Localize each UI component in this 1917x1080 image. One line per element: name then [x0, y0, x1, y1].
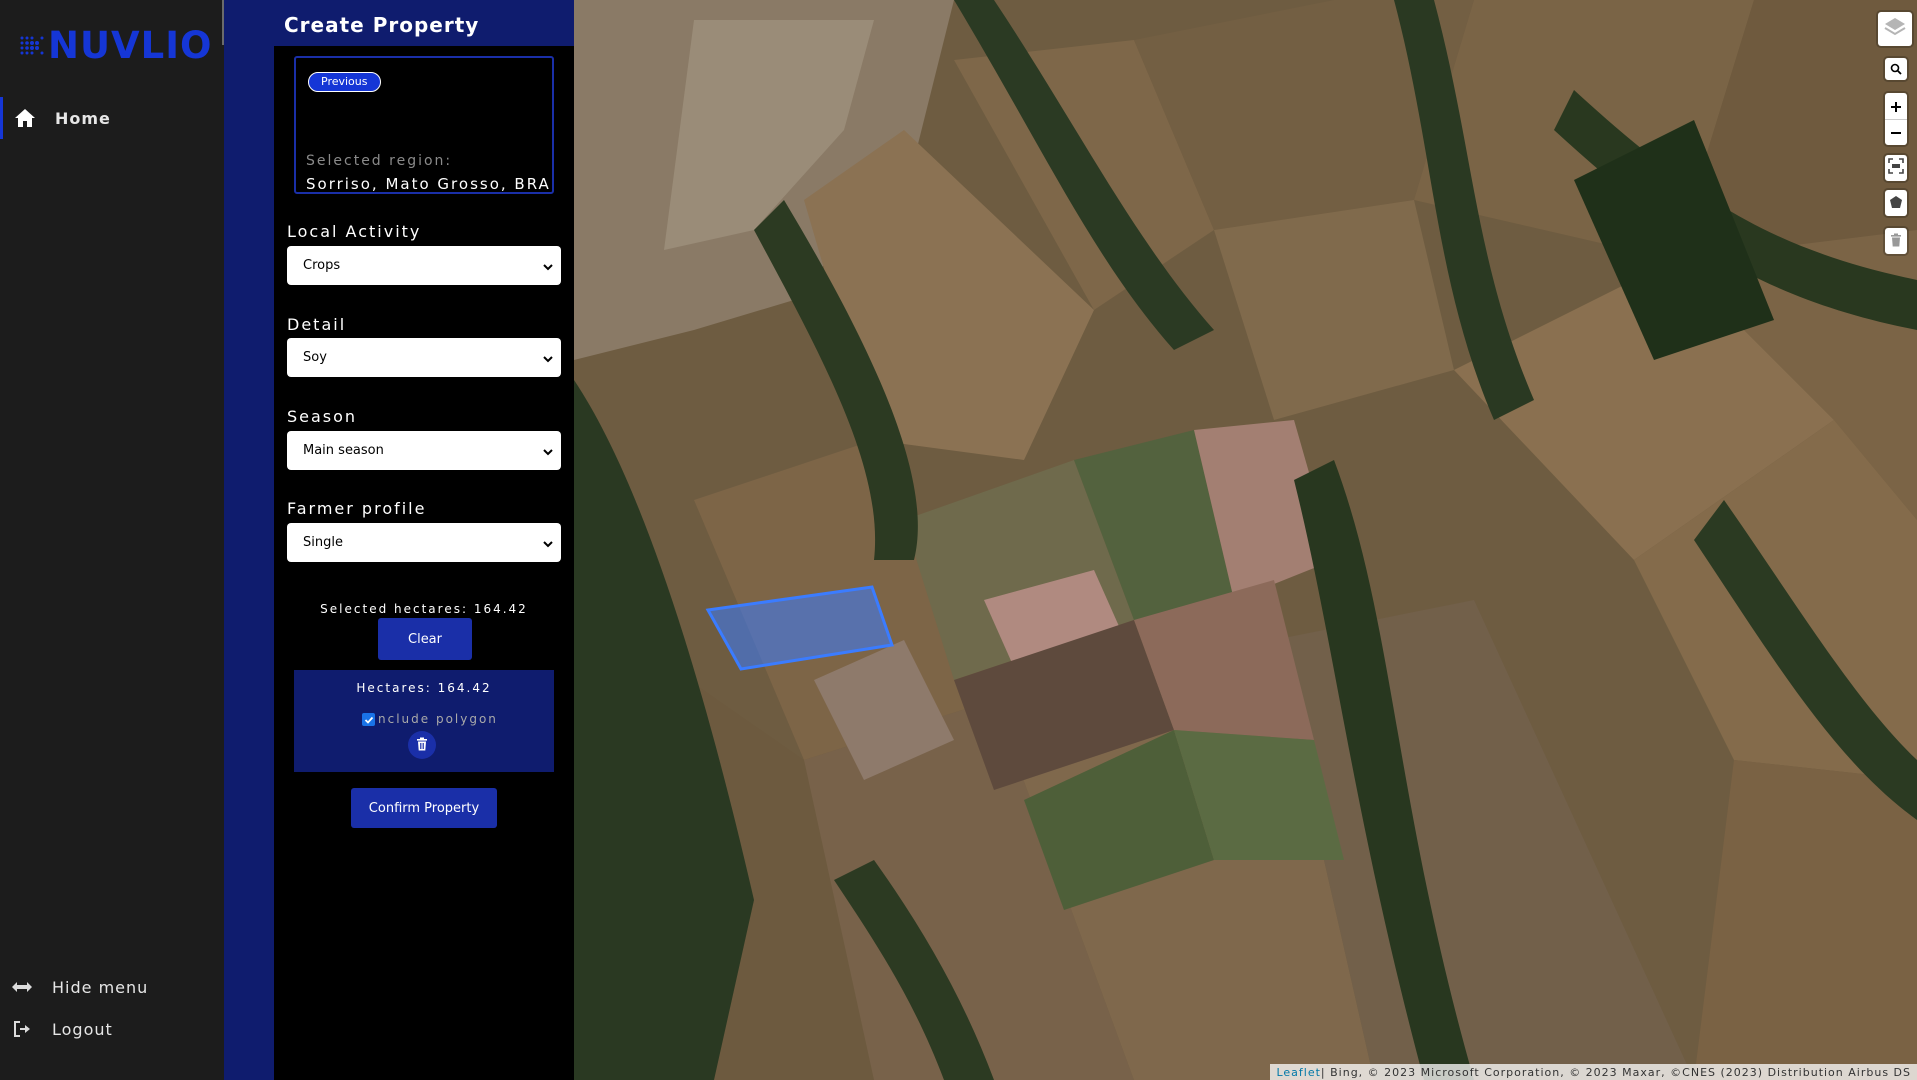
clear-button[interactable]: Clear: [378, 618, 472, 660]
logo-mark-icon: [18, 29, 52, 63]
delete-layers-button[interactable]: [1885, 228, 1907, 254]
satellite-imagery: [574, 0, 1917, 1080]
layers-control[interactable]: [1878, 12, 1912, 46]
logout-icon: [10, 1017, 34, 1041]
include-polygon-label: nclude polygon: [378, 712, 498, 726]
logo: NUVLIO: [18, 24, 212, 67]
chevron-down-icon: [543, 261, 553, 271]
farmer-profile-value: Single: [303, 535, 343, 550]
hide-menu-button[interactable]: Hide menu: [0, 966, 224, 1008]
logout-label: Logout: [52, 1019, 113, 1039]
satellite-map[interactable]: Leaflet | Bing, © 2023 Microsoft Corpora…: [574, 0, 1917, 1080]
zoom-out-button[interactable]: [1885, 119, 1907, 145]
region-value: Sorriso, Mato Grosso, BRA: [306, 175, 551, 193]
sidebar: NUVLIO Home Hide menu Logout: [0, 0, 225, 1080]
polygon-hectares: Hectares: 164.42: [356, 681, 492, 695]
region-card: Previous Selected region: Sorriso, Mato …: [294, 56, 554, 194]
previous-button[interactable]: Previous: [308, 72, 381, 92]
panel-title: Create Property: [224, 0, 574, 46]
logo-wordmark: NUVLIO: [48, 24, 213, 67]
zoom-control: [1885, 93, 1907, 145]
include-polygon-checkbox[interactable]: [362, 713, 375, 726]
farmer-profile-select[interactable]: Single: [287, 523, 561, 562]
zoom-in-button[interactable]: [1891, 93, 1901, 119]
detail-select[interactable]: Soy: [287, 338, 561, 377]
region-caption: Selected region:: [306, 153, 453, 169]
nav-item-label: Home: [55, 108, 111, 128]
detail-value: Soy: [303, 350, 327, 365]
chevron-down-icon: [543, 353, 553, 363]
detail-label: Detail: [287, 315, 347, 334]
draw-polygon-button[interactable]: [1885, 190, 1907, 216]
farmer-profile-label: Farmer profile: [287, 499, 427, 518]
home-icon: [13, 106, 37, 130]
local-activity-label: Local Activity: [287, 222, 422, 241]
zoom-in-icon: [1891, 97, 1901, 116]
create-property-panel: Create Property Previous Selected region…: [224, 0, 574, 1080]
selected-hectares-text: Selected hectares: 164.42: [320, 602, 528, 616]
map-attribution: Leaflet | Bing, © 2023 Microsoft Corpora…: [1270, 1064, 1917, 1080]
season-value: Main season: [303, 443, 384, 458]
chevron-down-icon: [543, 446, 553, 456]
season-label: Season: [287, 407, 358, 426]
local-activity-value: Crops: [303, 258, 341, 273]
horizontal-arrows-icon: [10, 975, 34, 999]
trash-icon: [416, 736, 428, 755]
season-select[interactable]: Main season: [287, 431, 561, 470]
zoom-out-icon: [1891, 123, 1901, 142]
search-button[interactable]: [1885, 58, 1907, 80]
panel-body: Previous Selected region: Sorriso, Mato …: [274, 46, 574, 1080]
draw-rectangle-button[interactable]: [1885, 155, 1907, 181]
delete-polygon-button[interactable]: [408, 731, 436, 759]
chevron-down-icon: [543, 538, 553, 548]
layers-icon: [1883, 15, 1907, 43]
local-activity-select[interactable]: Crops: [287, 246, 561, 285]
polygon-card: Hectares: 164.42 nclude polygon: [294, 670, 554, 772]
delete-layers-icon: [1890, 232, 1902, 251]
draw-polygon-icon: [1889, 194, 1903, 213]
nav-item-home[interactable]: Home: [0, 97, 224, 139]
leaflet-link[interactable]: Leaflet: [1276, 1066, 1320, 1079]
hide-menu-label: Hide menu: [52, 977, 149, 997]
attribution-text: | Bing, © 2023 Microsoft Corporation, © …: [1320, 1065, 1911, 1079]
search-icon: [1890, 60, 1902, 79]
draw-rectangle-icon: [1888, 158, 1904, 178]
logout-button[interactable]: Logout: [0, 1008, 224, 1050]
confirm-property-button[interactable]: Confirm Property: [351, 788, 497, 828]
